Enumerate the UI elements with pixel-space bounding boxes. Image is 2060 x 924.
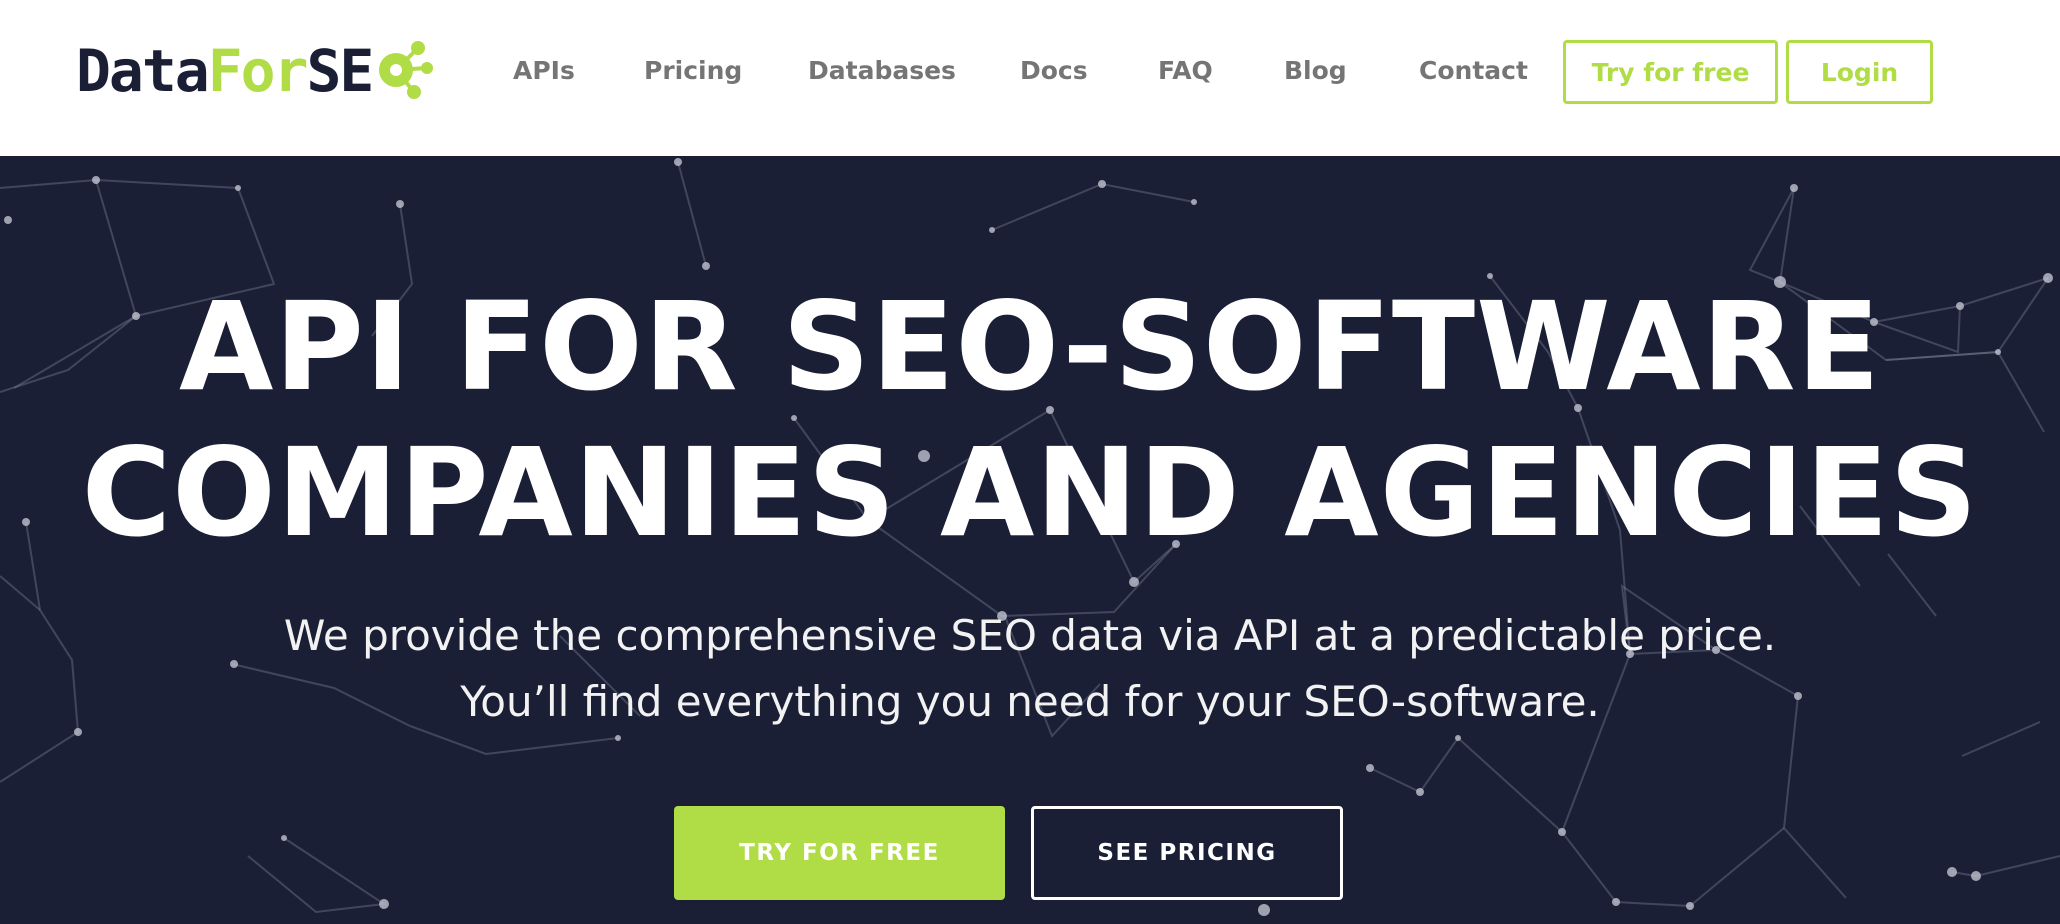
- logo-text-for: For: [207, 37, 309, 105]
- nav-faq[interactable]: FAQ: [1158, 56, 1213, 85]
- nav-contact[interactable]: Contact: [1419, 56, 1528, 85]
- try-for-free-cta-button[interactable]: TRY FOR FREE: [674, 806, 1005, 900]
- logo[interactable]: DataForSE: [76, 36, 436, 106]
- hero-subtitle-line-1: We provide the comprehensive SEO data vi…: [283, 611, 1777, 660]
- logo-wordmark: DataForSE: [76, 42, 374, 100]
- molecule-icon: [379, 41, 434, 99]
- hero-title-line-2: COMPANIES AND AGENCIES: [81, 422, 1979, 564]
- nav-pricing[interactable]: Pricing: [644, 56, 742, 85]
- nav-docs[interactable]: Docs: [1020, 56, 1088, 85]
- see-pricing-button[interactable]: SEE PRICING: [1031, 806, 1343, 900]
- logo-text-se: SE: [306, 37, 374, 105]
- logo-text-data: Data: [76, 37, 210, 105]
- hero-section: API FOR SEO-SOFTWARE COMPANIES AND AGENC…: [0, 156, 2060, 924]
- hero-title-line-1: API FOR SEO-SOFTWARE: [179, 276, 1881, 418]
- try-for-free-button[interactable]: Try for free: [1563, 40, 1778, 104]
- site-header: DataForSE APIs Pricing Databases Docs FA…: [0, 0, 2060, 156]
- nav-apis[interactable]: APIs: [513, 56, 575, 85]
- login-button[interactable]: Login: [1786, 40, 1933, 104]
- hero-subtitle-line-2: You’ll find everything you need for your…: [460, 677, 1600, 726]
- nav-databases[interactable]: Databases: [808, 56, 956, 85]
- nav-blog[interactable]: Blog: [1284, 56, 1347, 85]
